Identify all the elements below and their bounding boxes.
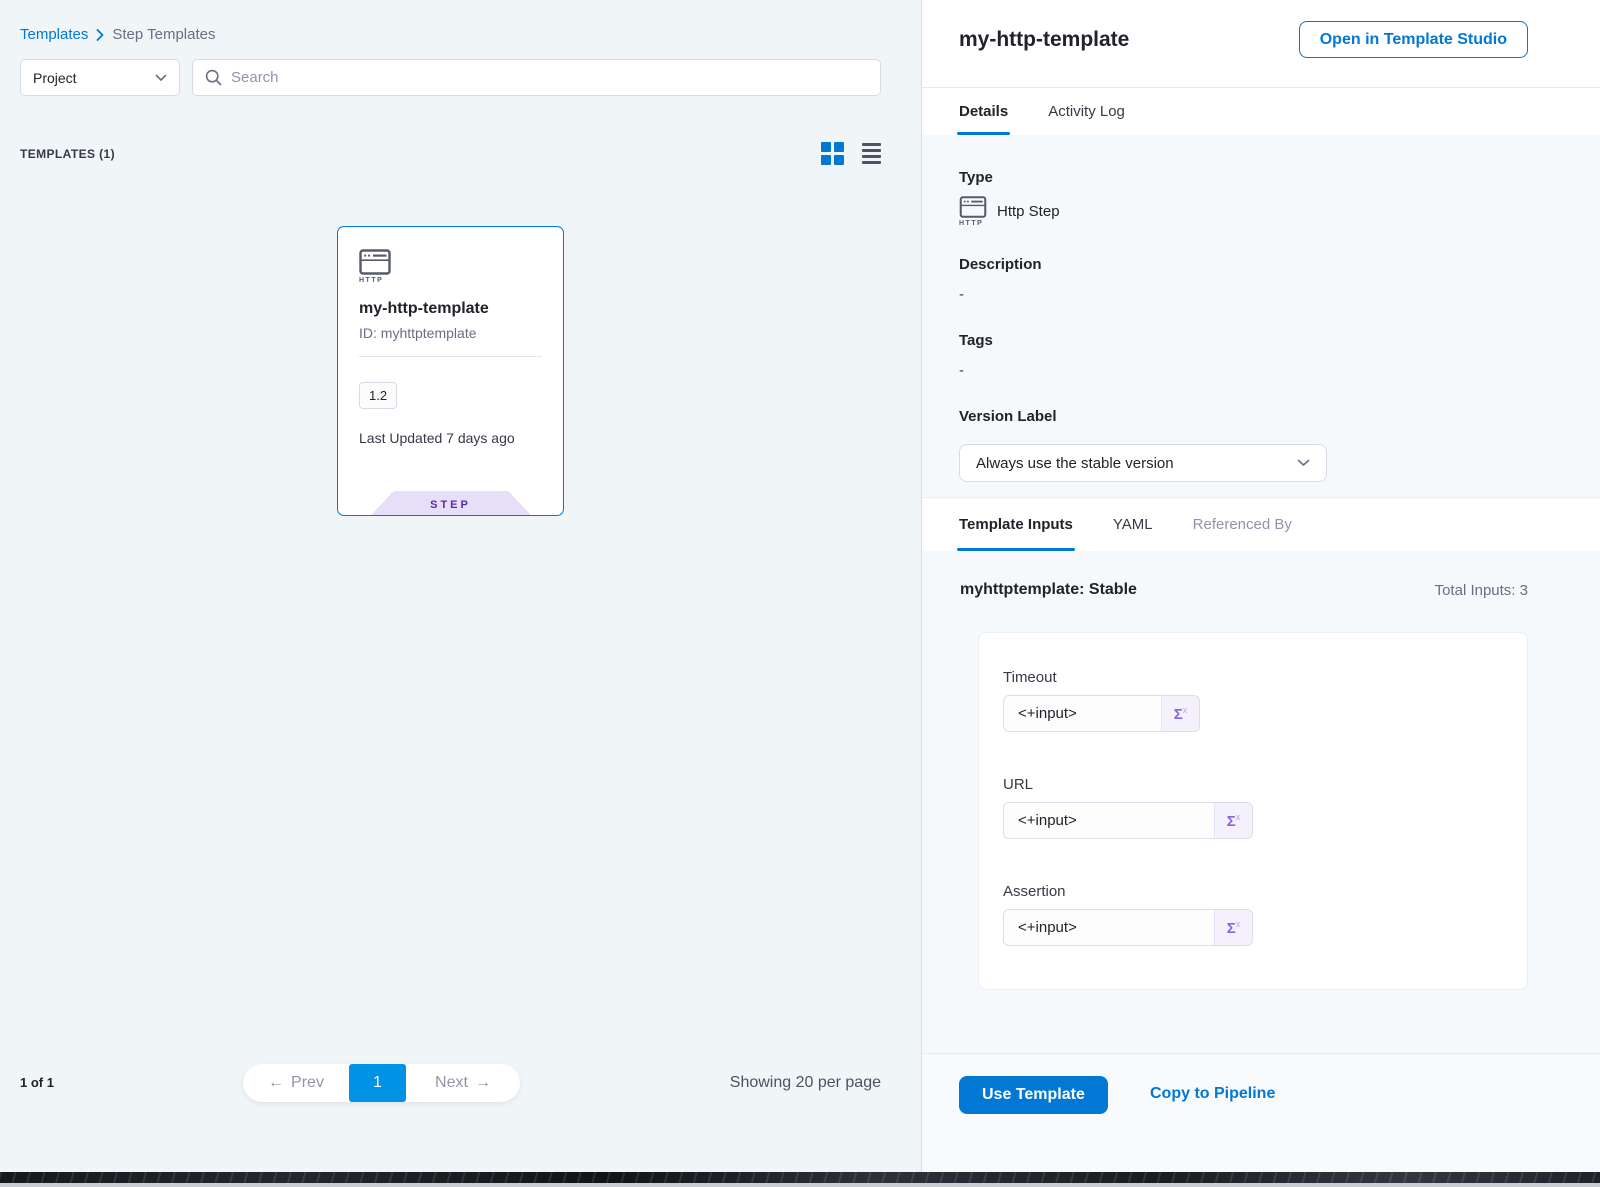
search-box xyxy=(192,59,881,96)
list-header: TEMPLATES (1) xyxy=(20,142,881,165)
sigma-icon: Σx xyxy=(1227,813,1241,829)
search-icon xyxy=(205,69,222,86)
prev-page-button[interactable]: ← Prev xyxy=(243,1064,349,1102)
total-inputs-count: Total Inputs: 3 xyxy=(1435,582,1528,599)
runtime-input-toggle-button[interactable]: Σx xyxy=(1214,803,1252,838)
next-label: Next xyxy=(435,1074,468,1092)
url-field: <+input> Σx xyxy=(1003,802,1253,839)
per-page-text: Showing 20 per page xyxy=(730,1074,881,1092)
templates-page: Templates Step Templates Project TEMPLAT… xyxy=(0,0,1600,1172)
prev-label: Prev xyxy=(291,1074,324,1092)
templates-list-panel: Templates Step Templates Project TEMPLAT… xyxy=(0,0,921,1172)
runtime-input-toggle-button[interactable]: Σx xyxy=(1214,910,1252,945)
chevron-down-icon xyxy=(1297,459,1310,467)
version-dropdown-value: Always use the stable version xyxy=(976,455,1174,472)
sigma-icon: Σx xyxy=(1227,920,1241,936)
description-label: Description xyxy=(959,256,1528,273)
step-type-ribbon: STEP xyxy=(371,491,531,515)
list-view-icon[interactable] xyxy=(862,143,881,164)
input-group-timeout: Timeout <+input> Σx xyxy=(1003,669,1503,732)
tab-template-inputs[interactable]: Template Inputs xyxy=(959,498,1073,551)
chevron-down-icon xyxy=(155,74,167,82)
breadcrumb-current: Step Templates xyxy=(112,26,215,43)
assertion-value[interactable]: <+input> xyxy=(1004,910,1214,945)
type-label: Type xyxy=(959,169,1528,186)
template-card-title: my-http-template xyxy=(359,300,542,318)
template-title: my-http-template xyxy=(959,28,1129,52)
tab-yaml[interactable]: YAML xyxy=(1113,498,1153,551)
last-updated-text: Last Updated 7 days ago xyxy=(359,430,542,446)
scope-dropdown-value: Project xyxy=(33,70,77,86)
http-step-icon: HTTP xyxy=(959,196,987,227)
use-template-button[interactable]: Use Template xyxy=(959,1076,1108,1114)
type-row: HTTP Http Step xyxy=(959,196,1528,227)
breadcrumb: Templates Step Templates xyxy=(20,26,881,43)
details-content: Type HTTP Http Step Description - Tags xyxy=(922,135,1600,497)
assertion-field: <+input> Σx xyxy=(1003,909,1253,946)
tab-referenced-by[interactable]: Referenced By xyxy=(1193,498,1292,551)
next-page-button[interactable]: Next → xyxy=(406,1064,520,1102)
breadcrumb-chevron-icon xyxy=(96,29,104,41)
version-label: Version Label xyxy=(959,408,1528,425)
details-tabbar: Details Activity Log xyxy=(922,88,1600,135)
version-label-dropdown[interactable]: Always use the stable version xyxy=(959,444,1327,482)
timeout-field: <+input> Σx xyxy=(1003,695,1200,732)
details-header: my-http-template Open in Template Studio xyxy=(922,0,1600,88)
sigma-icon: Σx xyxy=(1174,706,1188,722)
template-card[interactable]: HTTP my-http-template ID: myhttptemplate… xyxy=(337,226,564,516)
tab-activity-log[interactable]: Activity Log xyxy=(1048,88,1125,135)
inputs-heading: myhttptemplate: Stable xyxy=(960,581,1137,599)
templates-count-label: TEMPLATES (1) xyxy=(20,147,115,161)
template-card-id: ID: myhttptemplate xyxy=(359,325,542,341)
view-toggles xyxy=(821,142,881,165)
filters-row: Project xyxy=(20,59,881,96)
template-details-panel: my-http-template Open in Template Studio… xyxy=(921,0,1600,1172)
breadcrumb-templates-link[interactable]: Templates xyxy=(20,26,88,43)
tab-details[interactable]: Details xyxy=(959,88,1008,135)
http-icon-caption: HTTP xyxy=(359,277,383,284)
input-group-assertion: Assertion <+input> Σx xyxy=(1003,883,1503,946)
timeout-label: Timeout xyxy=(1003,669,1503,686)
desktop-edge-strip xyxy=(0,1172,1600,1187)
page-summary: 1 of 1 xyxy=(20,1075,54,1090)
url-value[interactable]: <+input> xyxy=(1004,803,1214,838)
page-number-button[interactable]: 1 xyxy=(349,1064,406,1102)
inputs-card: Timeout <+input> Σx URL <+input> Σx Asse… xyxy=(978,632,1528,990)
pagination: 1 of 1 ← Prev 1 Next → Showing 20 per pa… xyxy=(0,1064,921,1102)
scope-dropdown[interactable]: Project xyxy=(20,59,180,96)
grid-view-icon[interactable] xyxy=(821,142,844,165)
tags-label: Tags xyxy=(959,332,1528,349)
input-group-url: URL <+input> Σx xyxy=(1003,776,1503,839)
timeout-value[interactable]: <+input> xyxy=(1004,696,1161,731)
template-inputs-content: myhttptemplate: Stable Total Inputs: 3 T… xyxy=(922,551,1600,1053)
http-step-icon: HTTP xyxy=(359,249,542,284)
open-in-template-studio-button[interactable]: Open in Template Studio xyxy=(1299,21,1528,58)
tags-value: - xyxy=(959,362,1528,379)
details-footer: Use Template Copy to Pipeline xyxy=(922,1053,1600,1172)
inputs-tabbar: Template Inputs YAML Referenced By xyxy=(922,497,1600,551)
http-icon-caption: HTTP xyxy=(959,220,983,227)
url-label: URL xyxy=(1003,776,1503,793)
type-value: Http Step xyxy=(997,203,1060,220)
next-arrow-icon: → xyxy=(475,1074,491,1092)
assertion-label: Assertion xyxy=(1003,883,1503,900)
version-badge: 1.2 xyxy=(359,382,397,409)
card-divider xyxy=(359,356,542,357)
runtime-input-toggle-button[interactable]: Σx xyxy=(1161,696,1199,731)
inputs-heading-row: myhttptemplate: Stable Total Inputs: 3 xyxy=(960,581,1528,599)
prev-arrow-icon: ← xyxy=(268,1074,284,1092)
description-value: - xyxy=(959,286,1528,303)
copy-to-pipeline-link[interactable]: Copy to Pipeline xyxy=(1150,1085,1275,1103)
search-input[interactable] xyxy=(231,69,868,86)
pager: ← Prev 1 Next → xyxy=(243,1064,520,1102)
step-ribbon-label: STEP xyxy=(371,491,531,515)
